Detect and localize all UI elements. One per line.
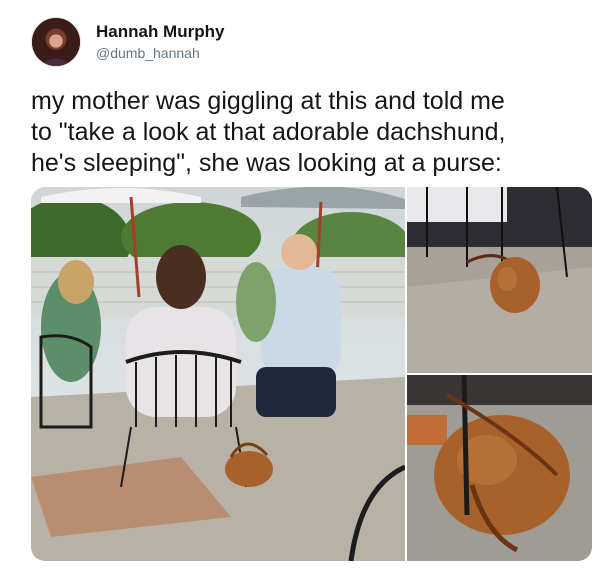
- profile-avatar-icon: [32, 18, 80, 66]
- purse-closeup-bottom-image: [407, 375, 592, 561]
- display-name[interactable]: Hannah Murphy: [96, 22, 224, 42]
- patio-scene-image: [31, 187, 405, 561]
- purse-closeup-top-image: [407, 187, 592, 373]
- tweet-text: my mother was giggling at this and told …: [31, 87, 506, 177]
- avatar[interactable]: [31, 17, 81, 67]
- patio-scene-photo[interactable]: [31, 187, 405, 561]
- media-right-column: [407, 187, 592, 561]
- user-handle[interactable]: @dumb_hannah: [96, 45, 200, 61]
- purse-closeup-bottom-photo[interactable]: [407, 375, 592, 561]
- purse-closeup-top-photo[interactable]: [407, 187, 592, 373]
- media-grid: [31, 187, 592, 561]
- tweet-card: Hannah Murphy @dumb_hannah my mother was…: [0, 0, 616, 571]
